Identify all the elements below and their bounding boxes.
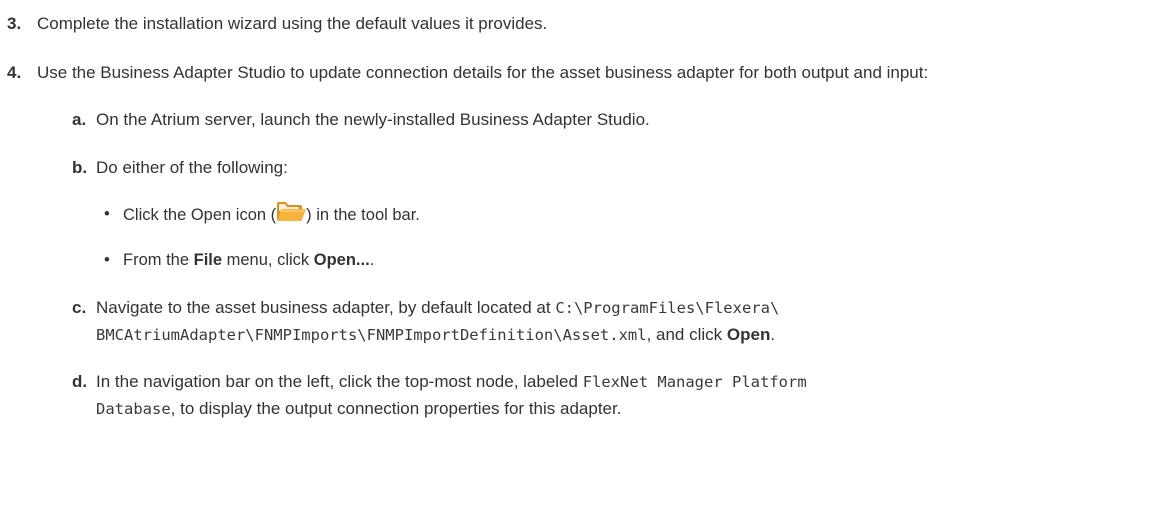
substep-c: c. Navigate to the asset business adapte… (72, 294, 1152, 348)
step-number: 4. (7, 63, 22, 83)
open-folder-icon (276, 201, 306, 223)
bullet-text-after: . (369, 251, 375, 270)
bullet-text-middle: menu, click (222, 251, 314, 270)
bullet-text-before: From the (123, 251, 194, 270)
document-page: 3. Complete the installation wizard usin… (0, 0, 1162, 525)
substep-letter: c. (72, 297, 87, 317)
file-path-part2: BMCAtriumAdapter\FNMPImports\FNMPImportD… (96, 325, 647, 344)
substep-letter: d. (72, 371, 88, 391)
substep-text-middle: , and click (646, 324, 727, 344)
step-number: 3. (7, 14, 22, 33)
menu-item-open: Open... (313, 251, 370, 270)
bullet-dot: • (104, 204, 110, 223)
substep-d: d. In the navigation bar on the left, cl… (72, 368, 1152, 422)
substep-text: On the Atrium server, launch the newly-i… (96, 110, 650, 130)
substep-text-before: Navigate to the asset business adapter, … (96, 297, 556, 317)
bullet-list: • Click the Open icon ( ) in the tool ba… (96, 201, 1152, 274)
substep-a: a. On the Atrium server, launch the newl… (72, 106, 1152, 133)
substep-b: b. Do either of the following: • Click t… (72, 154, 1152, 274)
menu-name-file: File (193, 251, 223, 270)
step-text: Complete the installation wizard using t… (37, 14, 548, 33)
step-4: 4. Use the Business Adapter Studio to up… (7, 59, 1152, 422)
step-list: 3. Complete the installation wizard usin… (7, 10, 1152, 422)
bullet-item: • Click the Open icon ( ) in the tool ba… (104, 201, 1152, 228)
bullet-text-after: ) in the tool bar. (306, 205, 420, 224)
node-label-part1: FlexNet Manager Platform (582, 372, 807, 391)
substep-text-after: . (770, 324, 776, 344)
substep-letter: a. (72, 110, 87, 130)
substep-text-before: In the navigation bar on the left, click… (96, 371, 583, 391)
substep-text-after: , to display the output connection prope… (170, 399, 622, 419)
file-path-part1: C:\ProgramFiles\Flexera\ (555, 298, 780, 317)
substep-list: a. On the Atrium server, launch the newl… (37, 106, 1152, 422)
step-3: 3. Complete the installation wizard usin… (7, 10, 1152, 37)
bullet-dot: • (104, 251, 110, 270)
bullet-text-before: Click the Open icon ( (123, 205, 277, 224)
node-label-part2: Database (96, 400, 171, 419)
substep-letter: b. (72, 157, 88, 177)
button-name-open: Open (726, 324, 771, 344)
substep-text: Do either of the following: (96, 157, 288, 177)
step-text: Use the Business Adapter Studio to updat… (37, 63, 929, 83)
bullet-item: • From the File menu, click Open.... (104, 247, 1152, 273)
